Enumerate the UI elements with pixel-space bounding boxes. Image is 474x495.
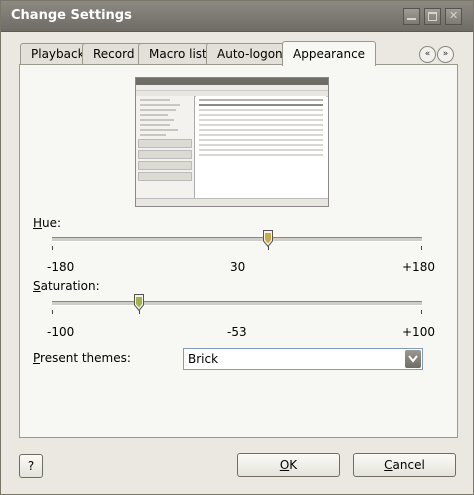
saturation-tick-max bbox=[421, 310, 422, 314]
saturation-slider-thumb[interactable] bbox=[134, 294, 144, 311]
saturation-slider-track[interactable] bbox=[52, 301, 422, 306]
theme-dropdown-button[interactable] bbox=[405, 350, 421, 368]
hue-min-label: -180 bbox=[47, 260, 75, 274]
chevron-down-icon bbox=[408, 355, 418, 363]
maximize-button[interactable] bbox=[424, 8, 441, 25]
close-button[interactable]: ✕ bbox=[445, 8, 462, 25]
cancel-button[interactable]: Cancel bbox=[353, 453, 456, 477]
settings-window: Change Settings ✕ Playback Record Macro … bbox=[0, 0, 474, 495]
theme-select[interactable]: Brick bbox=[183, 348, 423, 370]
cancel-button-label: Cancel bbox=[384, 458, 425, 472]
tab-auto-logon[interactable]: Auto-logon bbox=[206, 43, 294, 65]
tab-record[interactable]: Record bbox=[82, 43, 146, 65]
saturation-value-label: -53 bbox=[227, 325, 247, 339]
ok-button[interactable]: OK bbox=[237, 453, 340, 477]
hue-tick-min bbox=[52, 246, 53, 250]
help-button-label: ? bbox=[27, 459, 35, 473]
tab-label: Appearance bbox=[293, 47, 366, 61]
ok-button-label: OK bbox=[279, 458, 298, 472]
saturation-max-label: +100 bbox=[402, 325, 435, 339]
close-icon: ✕ bbox=[449, 9, 459, 22]
saturation-label: Saturation: bbox=[33, 279, 100, 293]
next-tab-button[interactable]: » bbox=[437, 46, 454, 63]
theme-select-value: Brick bbox=[188, 352, 219, 366]
hue-slider-track[interactable] bbox=[52, 237, 422, 242]
hue-tick-max bbox=[421, 246, 422, 250]
help-button[interactable]: ? bbox=[19, 454, 43, 478]
hue-label: Hue: bbox=[33, 216, 62, 230]
tab-label: Record bbox=[93, 47, 135, 61]
chevron-double-right-icon: » bbox=[442, 49, 449, 59]
hue-max-label: +180 bbox=[402, 260, 435, 274]
hue-slider-thumb[interactable] bbox=[263, 230, 273, 247]
maximize-icon bbox=[428, 12, 437, 21]
hue-value-label: 30 bbox=[230, 260, 246, 274]
tab-appearance[interactable]: Appearance bbox=[282, 41, 377, 66]
saturation-tick-min bbox=[52, 310, 53, 314]
window-title: Change Settings bbox=[11, 8, 132, 23]
prev-tab-button[interactable]: « bbox=[419, 46, 436, 63]
tab-label: Playback bbox=[31, 47, 85, 61]
minimize-button[interactable] bbox=[403, 8, 420, 25]
saturation-min-label: -100 bbox=[47, 325, 75, 339]
tab-label: Auto-logon bbox=[217, 47, 283, 61]
chevron-double-left-icon: « bbox=[424, 49, 431, 59]
title-bar[interactable]: Change Settings ✕ bbox=[1, 1, 473, 32]
minimize-icon bbox=[407, 13, 416, 20]
themes-label: Present themes: bbox=[33, 351, 131, 365]
theme-preview-image bbox=[135, 77, 329, 207]
tab-label: Macro list bbox=[149, 47, 207, 61]
